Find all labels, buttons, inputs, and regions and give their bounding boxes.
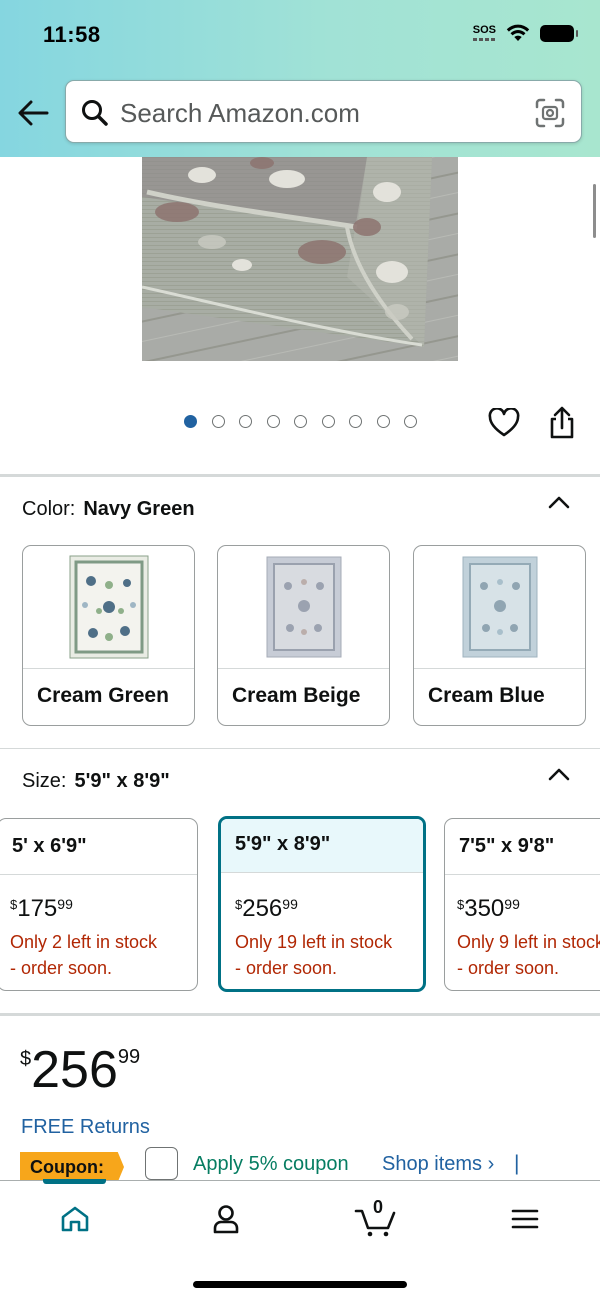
heart-icon bbox=[488, 407, 520, 437]
coupon-badge: Coupon: bbox=[20, 1152, 124, 1182]
header: 11:58 SOS bbox=[0, 0, 600, 157]
user-icon bbox=[213, 1205, 239, 1234]
nav-account[interactable] bbox=[204, 1199, 248, 1239]
active-tab-indicator bbox=[43, 1179, 106, 1184]
color-option-cream-blue[interactable]: Cream Blue bbox=[413, 545, 586, 726]
camera-scan-icon[interactable] bbox=[535, 98, 565, 128]
size-option-label: 5' x 6'9" bbox=[0, 819, 197, 875]
color-option-cream-beige[interactable]: Cream Beige bbox=[217, 545, 390, 726]
shop-items-link[interactable]: Shop items › bbox=[382, 1153, 494, 1176]
color-label-text: Color: bbox=[22, 498, 76, 520]
swatch-image bbox=[414, 546, 585, 669]
back-button[interactable] bbox=[14, 94, 52, 132]
pagination-dot[interactable] bbox=[211, 415, 225, 428]
price-currency: $ bbox=[20, 1048, 32, 1070]
size-option-selected[interactable]: 5'9" x 8'9" $25699 Only 19 left in stock… bbox=[218, 816, 426, 992]
size-option[interactable]: 5' x 6'9" $17599 Only 2 left in stock - o… bbox=[0, 818, 198, 991]
size-label-text: Size: bbox=[22, 770, 67, 792]
size-option-price: $17599 bbox=[10, 895, 73, 922]
stock-status: Only 19 left in stock - order soon. bbox=[235, 932, 393, 978]
status-icons: SOS bbox=[472, 24, 578, 42]
coupon-text[interactable]: Apply 5% coupon bbox=[193, 1153, 349, 1176]
bottom-nav: 0 bbox=[0, 1179, 600, 1299]
share-icon bbox=[550, 406, 574, 439]
selected-color: Navy Green bbox=[83, 498, 195, 520]
size-option[interactable]: 7'5" x 9'8" $35099 Only 9 left in stock -… bbox=[444, 818, 600, 991]
rug-thumbnail bbox=[266, 556, 341, 658]
rug-photo bbox=[142, 157, 458, 361]
stock-status: Only 2 left in stock - order soon. bbox=[10, 932, 158, 978]
pagination-dot[interactable] bbox=[239, 415, 252, 428]
divider bbox=[0, 1013, 600, 1016]
nav-menu[interactable] bbox=[503, 1199, 547, 1239]
share-button[interactable] bbox=[548, 406, 576, 445]
nav-home[interactable] bbox=[53, 1199, 97, 1239]
status-time: 11:58 bbox=[43, 22, 101, 47]
sos-indicator: SOS bbox=[472, 25, 497, 41]
size-option-price: $25699 bbox=[235, 895, 298, 922]
size-option-label: 7'5" x 9'8" bbox=[445, 819, 600, 875]
chevron-up-icon[interactable] bbox=[548, 767, 570, 781]
pagination-dot[interactable] bbox=[404, 415, 417, 428]
rug-thumbnail bbox=[69, 555, 148, 659]
hamburger-menu-icon bbox=[511, 1209, 539, 1229]
rug-thumbnail bbox=[462, 556, 537, 658]
price-cents: 99 bbox=[117, 1046, 141, 1068]
pagination-dot[interactable] bbox=[349, 415, 362, 428]
home-icon bbox=[61, 1206, 89, 1232]
cart-count: 0 bbox=[373, 1197, 384, 1217]
pagination-dot[interactable] bbox=[321, 415, 335, 428]
search-bar[interactable] bbox=[65, 80, 582, 143]
product-image[interactable] bbox=[142, 157, 458, 361]
swatch-image bbox=[23, 546, 194, 669]
pagination-dot[interactable] bbox=[294, 415, 307, 428]
free-returns-link[interactable]: FREE Returns bbox=[21, 1116, 150, 1139]
price-whole: 256 bbox=[31, 1041, 118, 1099]
divider bbox=[0, 474, 600, 477]
pagination-dot[interactable] bbox=[376, 415, 390, 428]
link-separator: | bbox=[514, 1152, 520, 1175]
color-option-label: Cream Green bbox=[37, 684, 169, 707]
color-label: Color: Navy Green bbox=[22, 498, 195, 521]
search-icon bbox=[82, 100, 108, 126]
color-option-label: Cream Beige bbox=[232, 684, 361, 707]
size-label: Size: 5'9" x 8'9" bbox=[22, 770, 170, 793]
chevron-up-icon[interactable] bbox=[548, 495, 570, 509]
image-pagination[interactable] bbox=[184, 415, 417, 428]
swatch-image bbox=[218, 546, 389, 669]
scroll-indicator[interactable] bbox=[593, 184, 596, 238]
arrow-left-icon bbox=[18, 100, 49, 126]
divider bbox=[0, 748, 600, 749]
stock-status: Only 9 left in stock - order soon. bbox=[457, 932, 600, 978]
search-input[interactable] bbox=[120, 95, 520, 131]
pagination-dot[interactable] bbox=[184, 415, 197, 428]
size-option-price: $35099 bbox=[457, 895, 520, 922]
wifi-icon bbox=[506, 24, 530, 41]
product-price: $25699 bbox=[20, 1042, 140, 1098]
color-option-label: Cream Blue bbox=[428, 684, 545, 707]
wishlist-button[interactable] bbox=[488, 407, 520, 443]
pagination-dot[interactable] bbox=[266, 415, 280, 428]
color-option-cream-green[interactable]: Cream Green bbox=[22, 545, 195, 726]
size-option-label: 5'9" x 8'9" bbox=[221, 819, 423, 873]
selected-size: 5'9" x 8'9" bbox=[74, 770, 170, 792]
battery-icon bbox=[540, 24, 578, 42]
home-gesture-bar[interactable] bbox=[193, 1281, 407, 1288]
coupon-checkbox[interactable] bbox=[145, 1147, 178, 1180]
